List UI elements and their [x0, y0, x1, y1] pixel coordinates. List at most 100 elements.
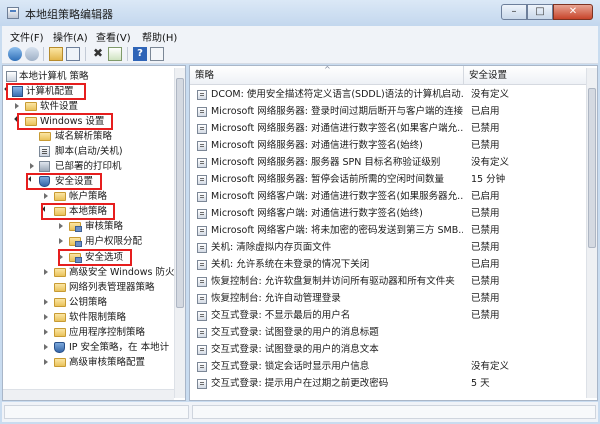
close-button[interactable]: ✕ [553, 4, 593, 20]
policy-row[interactable]: Microsoft 网络服务器: 对通信进行数字签名(如果客户端允... 已禁用 [190, 121, 587, 137]
policy-row[interactable]: 交互式登录: 试图登录的用户的消息标题 [190, 325, 587, 341]
ip-security-icon [54, 342, 65, 353]
expand-toggle-icon[interactable] [15, 103, 19, 109]
menu-help[interactable]: 帮助(H) [142, 29, 177, 44]
folder-icon [54, 328, 66, 337]
back-arrow-icon[interactable] [8, 47, 22, 61]
maximize-button[interactable]: □ [527, 4, 553, 20]
expand-toggle-icon[interactable] [44, 359, 48, 365]
highlight-box [58, 249, 132, 266]
tree-horizontal-scrollbar[interactable] [3, 389, 174, 400]
column-header-setting[interactable]: 安全设置 [464, 66, 587, 85]
tree-vertical-scrollbar[interactable] [174, 68, 185, 398]
tree-item-advanced-audit[interactable]: 高级审核策略配置 [3, 355, 173, 370]
policy-row[interactable]: Microsoft 网络服务器: 暂停会话前所需的空闲时间数量 15 分钟 [190, 172, 587, 188]
export-icon[interactable] [108, 47, 122, 61]
column-header-policy[interactable]: 策略 ^ [190, 66, 464, 85]
policy-row[interactable]: Microsoft 网络客户端: 对通信进行数字签名(如果服务器允... 已启用 [190, 189, 587, 205]
tree-item-local-computer-policy[interactable]: 本地计算机 策略 [3, 69, 173, 84]
expand-toggle-icon[interactable] [44, 299, 48, 305]
tree-item-scripts[interactable]: 脚本(启动/关机) [3, 144, 173, 159]
policy-setting-icon [197, 277, 207, 287]
expand-toggle-icon[interactable] [44, 344, 48, 350]
policy-row[interactable]: 关机: 清除虚拟内存页面文件 已禁用 [190, 240, 587, 256]
minimize-icon: – [511, 6, 517, 17]
title-bar[interactable]: 本地组策略编辑器 – □ ✕ [0, 0, 600, 26]
policy-row[interactable]: Microsoft 网络客户端: 将未加密的密码发送到第三方 SMB... 已禁用 [190, 223, 587, 239]
policy-row[interactable]: Microsoft 网络服务器: 对通信进行数字签名(始终) 已禁用 [190, 138, 587, 154]
tree-item-ip-security-policies[interactable]: IP 安全策略，在 本地计 [3, 340, 173, 355]
tree-item-user-rights-assignment[interactable]: 用户权限分配 [3, 234, 173, 249]
policy-setting-icon [197, 141, 207, 151]
policy-row[interactable]: 交互式登录: 提示用户在过期之前更改密码 5 天 [190, 376, 587, 392]
folder-icon [54, 268, 66, 277]
expand-toggle-icon[interactable] [44, 329, 48, 335]
menu-bar: 文件(F) 操作(A) 查看(V) 帮助(H) [2, 26, 598, 44]
expand-toggle-icon[interactable] [59, 238, 63, 244]
highlight-box [41, 203, 115, 220]
policy-setting-icon [197, 243, 207, 253]
expand-toggle-icon[interactable] [59, 223, 63, 229]
toolbar: ✖ ? [2, 44, 598, 64]
policy-row[interactable]: 恢复控制台: 允许自动管理登录 已禁用 [190, 291, 587, 307]
tree-item-account-policies[interactable]: 帐户策略 [3, 189, 173, 204]
policy-row[interactable]: 恢复控制台: 允许软盘复制并访问所有驱动器和所有文件夹 已禁用 [190, 274, 587, 290]
policy-setting-icon [197, 362, 207, 372]
tree-item-network-list-manager[interactable]: 网络列表管理器策略 [3, 280, 173, 295]
properties-icon[interactable] [150, 47, 164, 61]
folder-icon [54, 313, 66, 322]
folder-icon [54, 298, 66, 307]
script-icon [39, 146, 50, 157]
policy-setting-icon [197, 345, 207, 355]
navigation-tree: 本地计算机 策略 计算机配置 软件设置 Windows 设置 域名解析策略 脚本… [2, 65, 186, 401]
policy-row[interactable]: Microsoft 网络客户端: 对通信进行数字签名(始终) 已禁用 [190, 206, 587, 222]
highlight-box [6, 83, 86, 100]
delete-icon[interactable]: ✖ [91, 47, 105, 61]
tree-item-deployed-printers[interactable]: 已部署的打印机 [3, 159, 173, 174]
policy-setting-icon [197, 226, 207, 236]
policy-setting-icon [197, 124, 207, 134]
expand-toggle-icon[interactable] [44, 314, 48, 320]
policy-setting-icon [197, 107, 207, 117]
scrollbar-thumb[interactable] [176, 78, 184, 308]
policy-row[interactable]: 交互式登录: 不显示最后的用户名 已禁用 [190, 308, 587, 324]
menu-file[interactable]: 文件(F) [10, 29, 44, 44]
forward-arrow-icon[interactable] [25, 47, 39, 61]
tree-item-audit-policy[interactable]: 审核策略 [3, 219, 173, 234]
status-cell [192, 405, 596, 419]
expand-toggle-icon[interactable] [30, 163, 34, 169]
list-vertical-scrollbar[interactable] [586, 68, 597, 398]
highlight-box [17, 113, 113, 130]
show-hide-tree-icon[interactable] [66, 47, 80, 61]
tree-item-application-control[interactable]: 应用程序控制策略 [3, 325, 173, 340]
menu-action[interactable]: 操作(A) [53, 29, 88, 44]
policy-row[interactable]: 关机: 允许系统在未登录的情况下关闭 已启用 [190, 257, 587, 273]
folder-up-icon[interactable] [49, 47, 63, 61]
tree-item-windows-firewall[interactable]: 高级安全 Windows 防火 [3, 265, 174, 280]
policy-setting-icon [197, 260, 207, 270]
policy-row[interactable]: 交互式登录: 锁定会话时显示用户信息 没有定义 [190, 359, 587, 375]
scrollbar-thumb[interactable] [588, 88, 596, 248]
status-cell [4, 405, 189, 419]
menu-view[interactable]: 查看(V) [96, 29, 131, 44]
status-bar [2, 402, 598, 422]
tree-item-software-settings[interactable]: 软件设置 [3, 99, 173, 114]
tree-item-software-restriction[interactable]: 软件限制策略 [3, 310, 173, 325]
folder-icon [39, 132, 51, 141]
policy-setting-icon [197, 311, 207, 321]
tree-item-name-resolution-policy[interactable]: 域名解析策略 [3, 129, 173, 144]
policy-list: 策略 ^ 安全设置 DCOM: 使用安全描述符定义语言(SDDL)语法的计算机启… [189, 65, 598, 401]
expand-toggle-icon[interactable] [44, 269, 48, 275]
policy-row[interactable]: Microsoft 网络服务器: 服务器 SPN 目标名称验证级别 没有定义 [190, 155, 587, 171]
sort-ascending-icon: ^ [324, 65, 331, 74]
policy-setting-icon [197, 294, 207, 304]
policy-row[interactable]: 交互式登录: 试图登录的用户的消息文本 [190, 342, 587, 358]
policy-setting-icon [197, 90, 207, 100]
expand-toggle-icon[interactable] [44, 193, 48, 199]
policy-row[interactable]: Microsoft 网络服务器: 登录时间过期后断开与客户端的连接 已启用 [190, 104, 587, 120]
tree-item-public-key-policies[interactable]: 公钥策略 [3, 295, 173, 310]
help-icon[interactable]: ? [133, 47, 147, 61]
policy-row[interactable]: DCOM: 使用安全描述符定义语言(SDDL)语法的计算机启动... 没有定义 [190, 87, 587, 103]
minimize-button[interactable]: – [501, 4, 527, 20]
policy-setting-icon [197, 175, 207, 185]
